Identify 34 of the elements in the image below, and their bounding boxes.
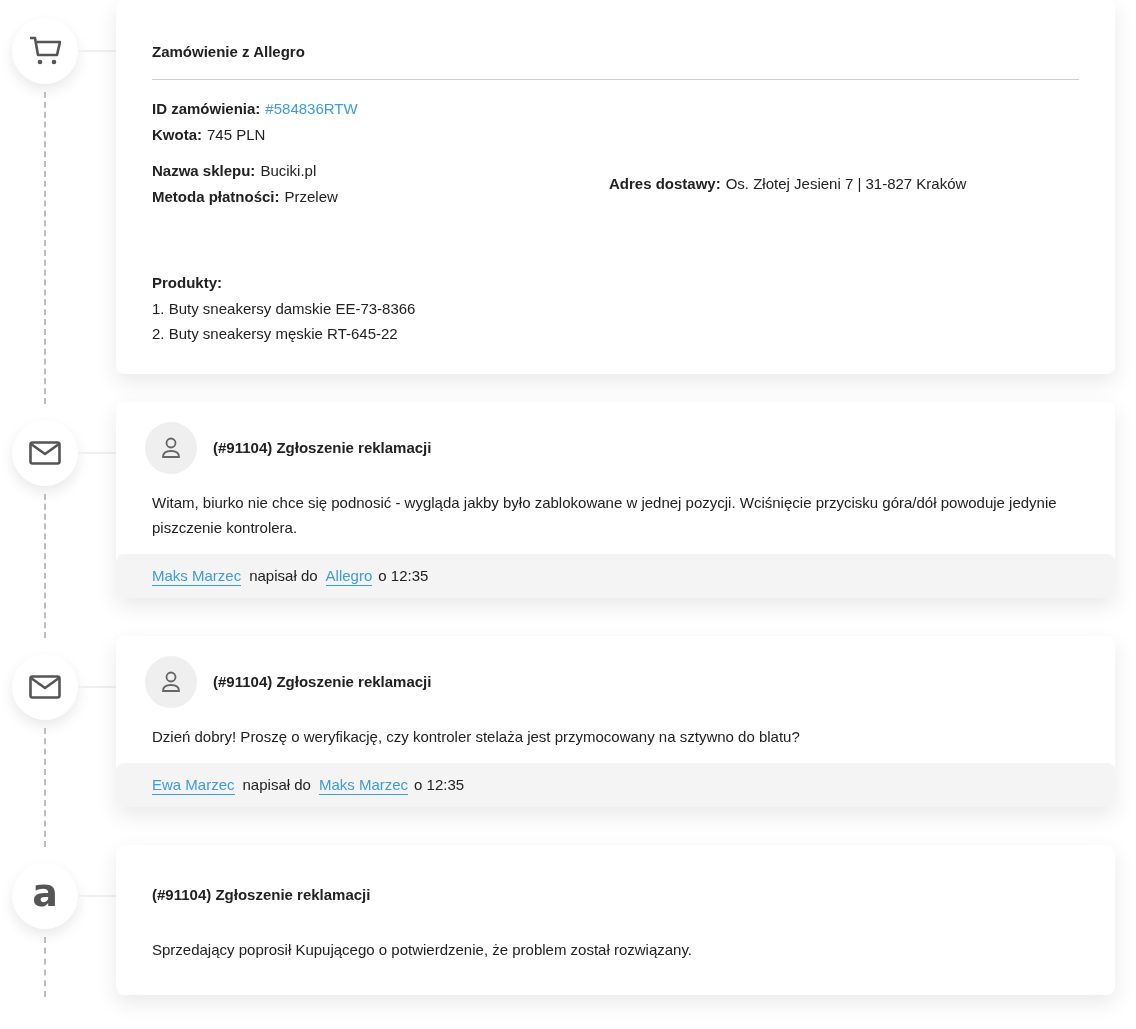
recipient-link[interactable]: Allegro: [325, 566, 373, 586]
footer-time: o 12:35: [414, 774, 465, 795]
logo-letter: a: [32, 874, 58, 912]
field-label: Metoda płatności:: [152, 187, 280, 207]
recipient-link[interactable]: Maks Marzec: [318, 775, 409, 795]
field-label: ID zamówienia:: [152, 99, 261, 119]
message-title: (#91104) Zgłoszenie reklamacji: [213, 671, 432, 692]
message-body: Witam, biurko nie chce się podnosić - wygląda jakby było zablokowane w jednej pozycji. Wciśnięcie przycisku góra/dół powoduje jedynie piszczenie kontrolera.: [151, 493, 1058, 538]
field-value: 745 PLN: [207, 125, 266, 145]
field-value: Buciki.pl: [260, 161, 317, 181]
field-label: Adres dostawy:: [609, 174, 721, 194]
message-title: (#91104) Zgłoszenie reklamacji: [213, 437, 432, 458]
user-icon: [161, 437, 181, 459]
user-icon: [161, 671, 181, 693]
field-value: Os. Złotej Jesieni 7 | 31-827 Kraków: [725, 174, 967, 194]
field-value: Przelew: [284, 187, 338, 207]
products-label: Produkty:: [152, 273, 223, 293]
envelope-icon: [29, 675, 61, 699]
card-title: Zamówienie z Allegro: [152, 42, 306, 62]
product-item: 1. Buty sneakersy damskie EE-73-8366: [152, 299, 417, 319]
cart-icon: [29, 36, 61, 66]
footer-time: o 12:35: [378, 565, 429, 586]
product-item: 2. Buty sneakersy męskie RT-645-22: [152, 324, 399, 344]
envelope-icon: [29, 441, 61, 465]
message-title: (#91104) Zgłoszenie reklamacji: [152, 885, 372, 905]
field-label: Kwota:: [152, 125, 202, 145]
footer-text: napisał do: [249, 565, 318, 586]
message-body: Sprzedający poprosił Kupującego o potwierdzenie, że problem został rozwiązany.: [152, 940, 693, 960]
footer-text: napisał do: [242, 774, 311, 795]
author-link[interactable]: Maks Marzec: [152, 566, 242, 586]
author-link[interactable]: Ewa Marzec: [152, 775, 235, 795]
message-body: Dzień dobry! Proszę o weryfikację, czy kontroler stelaża jest przymocowany na sztywno do blatu?: [151, 727, 801, 747]
order-id-link[interactable]: #584836RTW: [265, 96, 358, 122]
field-label: Nazwa sklepu:: [152, 161, 256, 181]
